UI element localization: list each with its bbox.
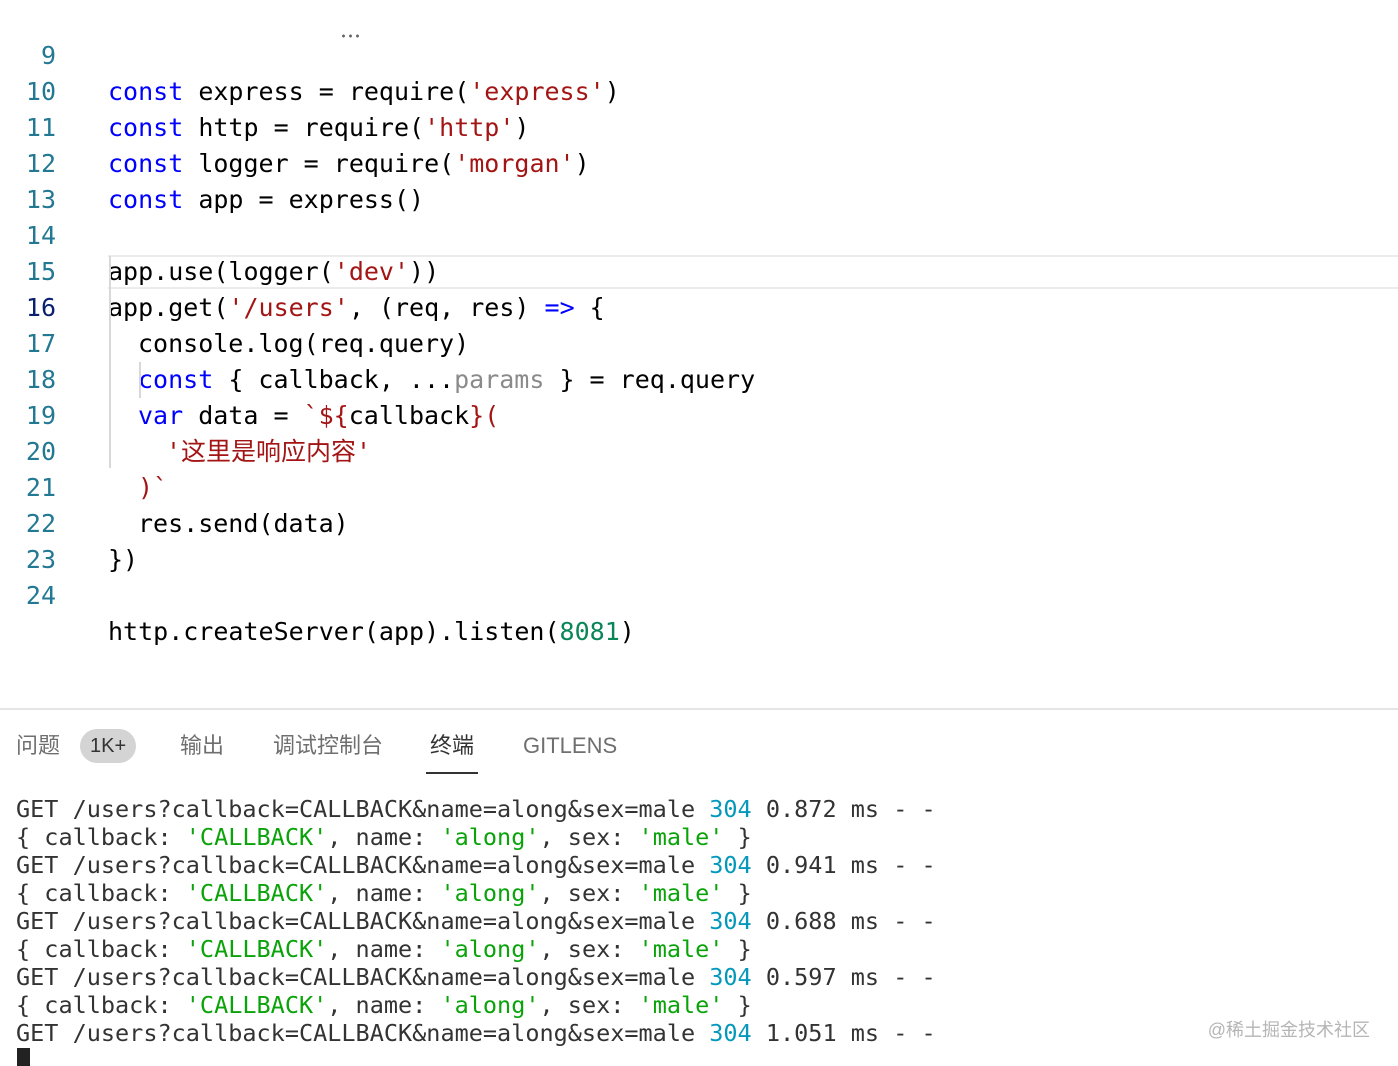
watermark: @稀土掘金技术社区 [1207, 1020, 1370, 1040]
log-value: 'along' [440, 823, 540, 851]
tab-output[interactable]: 输出 [180, 718, 224, 772]
tab-problems[interactable]: 问题 [16, 718, 60, 772]
log-value: 'male' [638, 935, 724, 963]
tab-gitlens[interactable]: GITLENS [523, 718, 617, 772]
log-line-request: GET /users?callback=CALLBACK&name=along&… [16, 851, 936, 879]
line-code: http.createServer(app).listen(8081) [108, 614, 635, 650]
response-time: 0.597 ms - - [751, 963, 936, 991]
status-code: 304 [709, 963, 752, 991]
log-text: { callback: [16, 823, 186, 851]
status-code: 304 [709, 907, 752, 935]
code-editor[interactable]: 9 const express = require('express') 10 … [0, 0, 1398, 708]
request-path: GET /users?callback=CALLBACK&name=along&… [16, 851, 710, 879]
code-line[interactable]: 24 http.createServer(app).listen(8081) [0, 542, 1398, 646]
indent-guide [109, 256, 111, 468]
log-text: } [723, 879, 752, 907]
code-line[interactable]: 21 res.send(data) [0, 434, 1398, 538]
log-line-query: { callback: 'CALLBACK', name: 'along', s… [16, 879, 752, 907]
code-text: ) [619, 617, 635, 646]
log-text: , name: [327, 879, 441, 907]
response-time: 0.872 ms - - [751, 795, 936, 823]
log-value: 'CALLBACK' [185, 823, 328, 851]
log-text: , name: [327, 991, 441, 1019]
status-code: 304 [709, 851, 752, 879]
code-line[interactable]: 22 }) [0, 470, 1398, 574]
code-line[interactable]: 18 var data = `${callback}( [0, 326, 1398, 430]
log-line-query: { callback: 'CALLBACK', name: 'along', s… [16, 991, 752, 1019]
log-text: , sex: [539, 879, 639, 907]
log-text: } [723, 991, 752, 1019]
tab-terminal[interactable]: 终端 [426, 718, 478, 774]
log-value: 'CALLBACK' [185, 935, 328, 963]
line-number: 24 [25, 581, 56, 610]
request-path: GET /users?callback=CALLBACK&name=along&… [16, 795, 710, 823]
response-time: 1.051 ms - - [751, 1019, 936, 1047]
code-line[interactable]: 20 )` [0, 398, 1398, 502]
log-text: } [723, 935, 752, 963]
status-code: 304 [709, 795, 752, 823]
log-line-query: { callback: 'CALLBACK', name: 'along', s… [16, 935, 752, 963]
code-line-current[interactable]: 16 console.log(req.query) [0, 254, 1398, 358]
log-text: , sex: [539, 935, 639, 963]
request-path: GET /users?callback=CALLBACK&name=along&… [16, 1019, 710, 1047]
indent-guide [139, 362, 141, 398]
log-text: , name: [327, 935, 441, 963]
code-line[interactable]: 10 const http = require('http') [0, 38, 1398, 142]
response-time: 0.688 ms - - [751, 907, 936, 935]
panel-tab-bar: 问题 1K+ 输出 调试控制台 终端 GITLENS [0, 718, 1398, 776]
log-line-request: GET /users?callback=CALLBACK&name=along&… [16, 963, 936, 991]
log-text: , name: [327, 823, 441, 851]
code-line[interactable]: 9 const express = require('express') [0, 2, 1398, 106]
request-path: GET /users?callback=CALLBACK&name=along&… [16, 963, 710, 991]
log-value: 'along' [440, 991, 540, 1019]
log-text: , sex: [539, 991, 639, 1019]
log-text: } [723, 823, 752, 851]
log-value: 'male' [638, 823, 724, 851]
log-value: 'male' [638, 991, 724, 1019]
problems-count-badge: 1K+ [80, 729, 137, 763]
log-text: { callback: [16, 879, 186, 907]
code-line[interactable]: 11 const logger = require('morgan') [0, 74, 1398, 178]
code-line[interactable]: 17 const { callback, ...params } = req.q… [0, 290, 1398, 394]
log-text: { callback: [16, 935, 186, 963]
log-value: 'male' [638, 879, 724, 907]
log-value: 'CALLBACK' [185, 879, 328, 907]
terminal-cursor [17, 1048, 30, 1066]
log-line-query: { callback: 'CALLBACK', name: 'along', s… [16, 823, 752, 851]
code-line[interactable]: 15 app.get('/users', (req, res) => { [0, 218, 1398, 322]
number-literal: 8081 [559, 617, 620, 646]
response-time: 0.941 ms - - [751, 851, 936, 879]
log-value: 'along' [440, 879, 540, 907]
code-line[interactable]: 14 app.use(logger('dev')) [0, 182, 1398, 286]
code-line[interactable]: 12 const app = express() [0, 110, 1398, 214]
request-path: GET /users?callback=CALLBACK&name=along&… [16, 907, 710, 935]
log-line-request: GET /users?callback=CALLBACK&name=along&… [16, 907, 936, 935]
panel-divider[interactable] [0, 708, 1398, 710]
code-line[interactable]: 13 [0, 146, 1398, 214]
status-code: 304 [709, 1019, 752, 1047]
log-text: { callback: [16, 991, 186, 1019]
code-line[interactable]: 19 '这里是响应内容' [0, 362, 1398, 466]
log-value: 'CALLBACK' [185, 991, 328, 1019]
log-value: 'along' [440, 935, 540, 963]
code-text: http.createServer(app).listen( [108, 617, 560, 646]
log-text: , sex: [539, 823, 639, 851]
code-line[interactable]: 23 [0, 506, 1398, 574]
log-line-request: GET /users?callback=CALLBACK&name=along&… [16, 795, 936, 823]
log-line-request: GET /users?callback=CALLBACK&name=along&… [16, 1019, 936, 1047]
tab-debug-console[interactable]: 调试控制台 [273, 718, 383, 772]
